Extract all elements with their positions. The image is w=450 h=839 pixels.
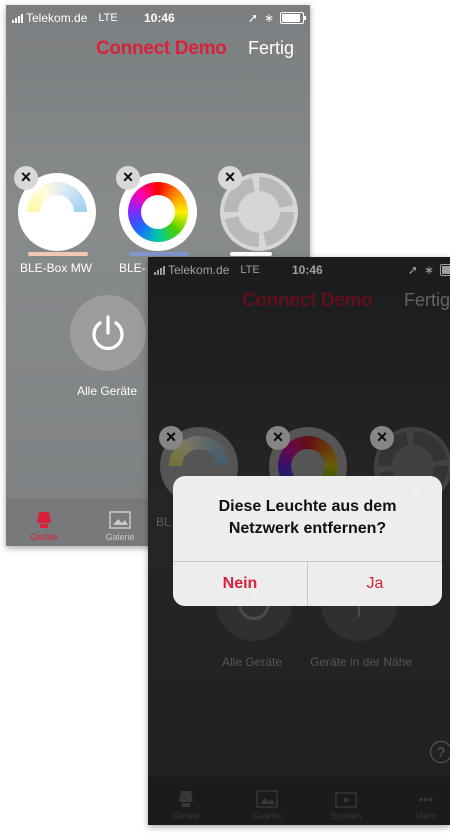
remove-device-icon[interactable]: × <box>14 166 38 190</box>
navigation-bar: Connect Demo Fertig <box>6 29 310 69</box>
all-devices-power-button[interactable] <box>70 295 146 371</box>
phone-screen-front: Telekom.de LTE 10:46 ➚ ∗ Connect Demo Fe… <box>148 257 450 825</box>
network-type: LTE <box>98 12 118 24</box>
tab-gallery[interactable]: Galerie <box>90 511 150 542</box>
device-color-indicator <box>230 252 272 256</box>
device-color-indicator <box>28 252 88 256</box>
lamp-icon <box>37 512 51 528</box>
device-label: BLE- <box>119 261 146 275</box>
page-title: Connect Demo <box>96 38 227 59</box>
carrier-name: Telekom.de <box>26 11 88 25</box>
gallery-icon <box>109 511 131 529</box>
signal-icon <box>12 13 23 23</box>
remove-device-icon[interactable]: × <box>218 166 242 190</box>
cancel-button[interactable]: Nein <box>173 562 307 606</box>
done-button[interactable]: Fertig <box>248 38 294 59</box>
battery-icon <box>280 12 306 24</box>
tab-devices[interactable]: Geräte <box>14 511 74 542</box>
confirm-dialog: Diese Leuchte aus dem Netzwerk entfernen… <box>173 476 442 606</box>
clock: 10:46 <box>144 11 175 25</box>
device-color-indicator <box>129 252 189 256</box>
power-icon <box>92 315 124 351</box>
status-bar: Telekom.de LTE 10:46 ➚ ∗ <box>6 5 310 29</box>
dialog-message: Diese Leuchte aus dem Netzwerk entfernen… <box>218 498 397 537</box>
remove-device-icon[interactable]: × <box>116 166 140 190</box>
all-devices-label: Alle Geräte <box>77 384 138 398</box>
confirm-button[interactable]: Ja <box>308 562 442 606</box>
location-icon: ➚ <box>247 11 258 25</box>
bluetooth-icon: ∗ <box>263 11 274 25</box>
device-label: BLE-Box MW <box>20 261 93 275</box>
